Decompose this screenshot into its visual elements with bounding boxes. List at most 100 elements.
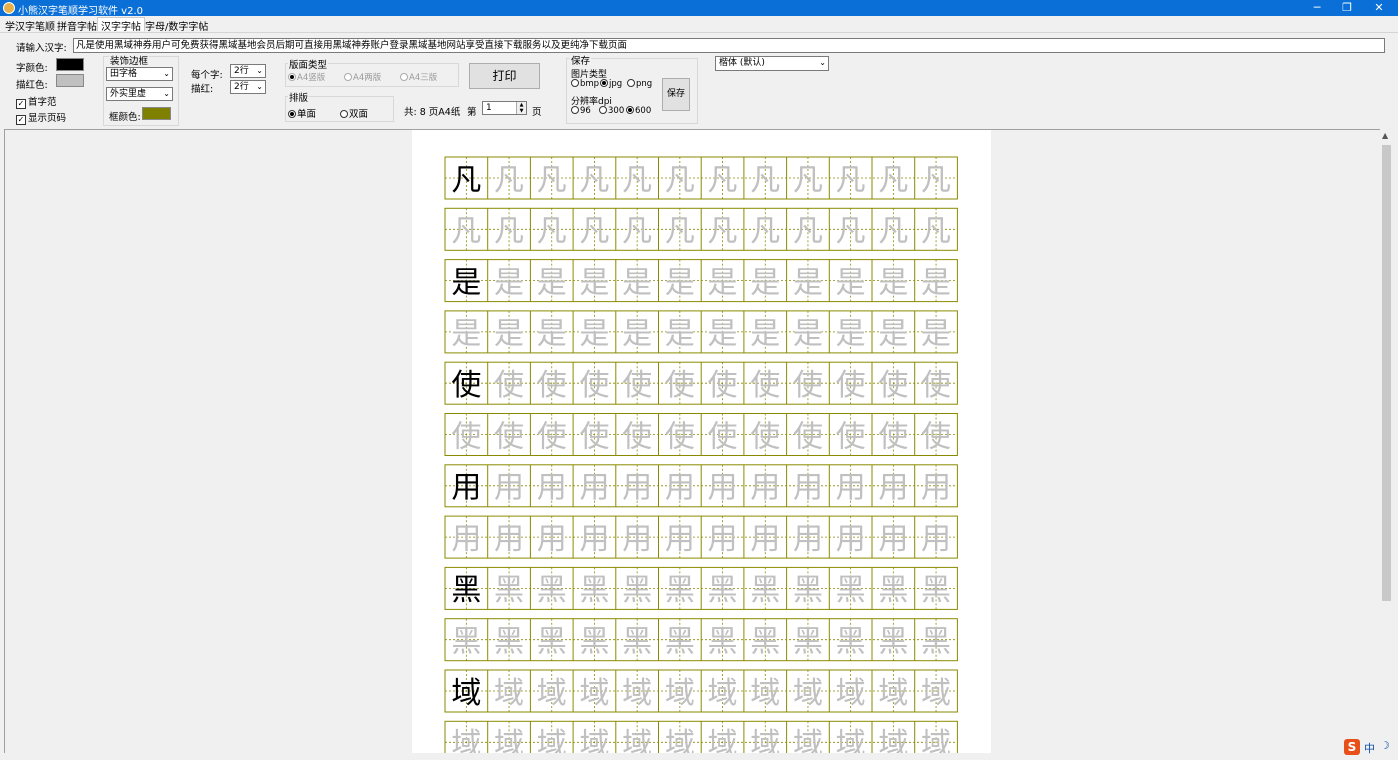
spin-arrows-icon[interactable]: ▲ ▼ xyxy=(516,102,526,114)
trace-char: 域 xyxy=(750,676,780,711)
trace-char: 用 xyxy=(836,522,866,557)
char-color-swatch[interactable] xyxy=(56,58,84,71)
first-char-example-checkbox[interactable]: ✓ 首字范 xyxy=(16,94,57,109)
trace-char: 是 xyxy=(451,317,481,352)
save-button[interactable]: 保存 xyxy=(662,78,690,111)
trace-char: 域 xyxy=(494,676,524,711)
trace-char: 黑 xyxy=(622,573,652,608)
trace-char: 凡 xyxy=(537,163,567,198)
trace-char: 是 xyxy=(793,317,823,352)
dpi-300-radio[interactable]: 300 xyxy=(599,106,624,116)
tab-letter-number-copybook[interactable]: 字母/数字字帖 xyxy=(142,18,211,33)
trace-char: 是 xyxy=(579,317,609,352)
trace-char: 凡 xyxy=(750,214,780,249)
trace-char: 域 xyxy=(708,676,738,711)
trace-char: 域 xyxy=(622,676,652,711)
trace-char: 域 xyxy=(878,676,908,711)
vertical-scrollbar[interactable]: ▲ xyxy=(1380,129,1393,752)
scroll-up-icon[interactable]: ▲ xyxy=(1382,131,1388,140)
trace-char: 使 xyxy=(793,419,823,454)
font-select[interactable]: 楷体 (默认) ⌄ xyxy=(715,56,829,71)
sogou-ime-icon[interactable]: S xyxy=(1344,739,1360,755)
image-type-png-radio[interactable]: png xyxy=(627,79,652,89)
trace-char: 是 xyxy=(750,317,780,352)
chevron-down-icon: ⌄ xyxy=(163,89,170,98)
frame-color-label: 框颜色: xyxy=(109,112,141,123)
trace-char: 黑 xyxy=(537,573,567,608)
close-button[interactable]: ✕ xyxy=(1364,0,1394,16)
trace-char: 黑 xyxy=(579,624,609,659)
trace-char: 凡 xyxy=(579,163,609,198)
trace-char: 使 xyxy=(537,368,567,403)
per-char-label: 每个字: xyxy=(191,70,223,81)
tab-pinyin-copybook[interactable]: 拼音字帖 xyxy=(54,18,100,33)
practice-row: 是是是是是是是是是是是是 xyxy=(444,310,958,354)
frame-color-swatch[interactable] xyxy=(142,107,171,120)
trace-select[interactable]: 2行 ⌄ xyxy=(230,80,266,94)
trace-char: 是 xyxy=(579,265,609,300)
image-type-jpg-radio[interactable]: jpg xyxy=(600,79,622,89)
dpi-600-radio[interactable]: 600 xyxy=(626,106,651,116)
trace-color-swatch[interactable] xyxy=(56,74,84,87)
tab-hanzi-copybook[interactable]: 汉字字帖 xyxy=(97,17,145,33)
layout-a4-three-radio[interactable]: A4三版 xyxy=(400,71,437,83)
show-page-number-checkbox[interactable]: ✓ 显示页码 xyxy=(16,110,66,125)
trace-char: 域 xyxy=(537,676,567,711)
trace-char: 是 xyxy=(836,317,866,352)
trace-char: 用 xyxy=(793,522,823,557)
trace-char: 域 xyxy=(793,676,823,711)
trace-char: 用 xyxy=(878,522,908,557)
preview-viewport: 凡凡凡凡凡凡凡凡凡凡凡凡凡凡凡凡凡凡凡凡凡凡凡凡是是是是是是是是是是是是是是是是… xyxy=(4,129,1381,753)
trace-char: 使 xyxy=(921,368,951,403)
trace-char: 是 xyxy=(836,265,866,300)
trace-char: 使 xyxy=(579,368,609,403)
layout-a4-two-radio[interactable]: A4两版 xyxy=(344,71,381,83)
total-pages-label: 共: 8 页A4纸 xyxy=(404,107,461,118)
trace-char: 使 xyxy=(793,368,823,403)
trace-char: 用 xyxy=(665,471,695,506)
trace-color-label: 描红色: xyxy=(16,80,48,91)
trace-char: 用 xyxy=(921,471,951,506)
tab-stroke-order[interactable]: 学汉字笔顺 xyxy=(2,18,58,33)
ime-mode-label[interactable]: 中 xyxy=(1364,740,1375,756)
arrange-title: 排版 xyxy=(288,90,310,104)
double-side-radio[interactable]: 双面 xyxy=(340,106,368,120)
trace-char: 黑 xyxy=(921,624,951,659)
trace-char: 凡 xyxy=(494,214,524,249)
trace-char: 用 xyxy=(494,522,524,557)
border-style-select[interactable]: 外实里虚 ⌄ xyxy=(106,87,173,101)
page-number-spinner[interactable]: 1 ▲ ▼ xyxy=(482,101,527,115)
example-char: 凡 xyxy=(451,163,481,198)
practice-row: 凡凡凡凡凡凡凡凡凡凡凡凡 xyxy=(444,207,958,251)
trace-char: 是 xyxy=(494,265,524,300)
title-bar: 小熊汉字笔顺学习软件 v2.0 ─ ❐ ✕ xyxy=(0,0,1398,17)
scrollbar-thumb[interactable] xyxy=(1382,145,1391,601)
moon-icon[interactable]: ☽ xyxy=(1380,739,1390,752)
trace-label: 描红: xyxy=(191,84,214,95)
trace-char: 使 xyxy=(622,368,652,403)
restore-button[interactable]: ❐ xyxy=(1332,0,1362,16)
trace-char: 凡 xyxy=(793,163,823,198)
minimize-button[interactable]: ─ xyxy=(1302,0,1332,16)
single-side-radio[interactable]: 单面 xyxy=(288,106,316,120)
trace-char: 用 xyxy=(579,471,609,506)
dpi-96-radio[interactable]: 96 xyxy=(571,106,591,116)
trace-char: 用 xyxy=(750,522,780,557)
print-button[interactable]: 打印 xyxy=(469,63,540,89)
image-type-bmp-radio[interactable]: bmp xyxy=(571,79,599,89)
worksheet-paper: 凡凡凡凡凡凡凡凡凡凡凡凡凡凡凡凡凡凡凡凡凡凡凡凡是是是是是是是是是是是是是是是是… xyxy=(412,130,991,753)
trace-char: 凡 xyxy=(836,214,866,249)
trace-char: 使 xyxy=(878,368,908,403)
practice-row: 域域域域域域域域域域域域 xyxy=(444,669,958,713)
trace-char: 域 xyxy=(878,727,908,753)
hanzi-input[interactable]: 凡是使用黑域神券用户可免费获得黑域基地会员后期可直接用黑域神券账户登录黑域基地网… xyxy=(73,38,1385,53)
per-char-select[interactable]: 2行 ⌄ xyxy=(230,64,266,78)
layout-a4-portrait-radio[interactable]: A4竖版 xyxy=(288,71,325,83)
app-icon xyxy=(3,2,15,14)
trace-char: 是 xyxy=(622,317,652,352)
trace-char: 使 xyxy=(494,368,524,403)
grid-type-select[interactable]: 田字格 ⌄ xyxy=(106,67,173,81)
input-label: 请输入汉字: xyxy=(16,43,67,54)
tab-bar: 学汉字笔顺 拼音字帖 汉字字帖 字母/数字字帖 xyxy=(0,16,1398,33)
trace-char: 用 xyxy=(708,471,738,506)
